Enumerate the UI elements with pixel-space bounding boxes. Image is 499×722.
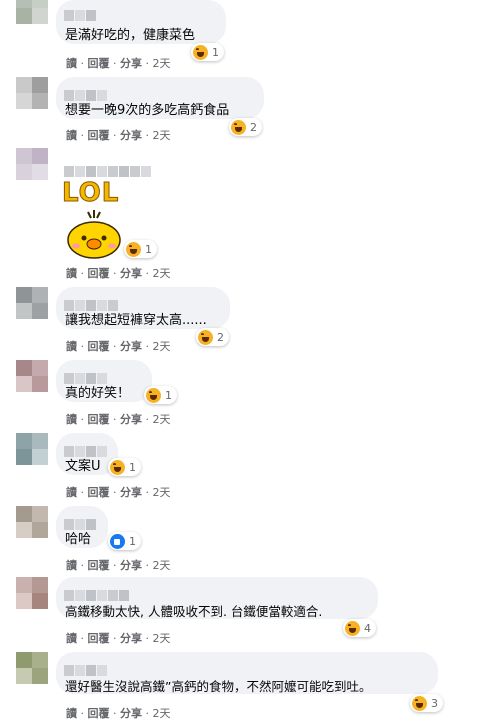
share-link[interactable]: 分享 [120,129,142,142]
share-link[interactable]: 分享 [120,486,142,499]
haha-reaction-icon [193,44,208,60]
reaction-count[interactable]: 1 [108,532,141,550]
reaction-count[interactable]: 1 [191,43,224,61]
read-link[interactable]: 讀 [66,340,77,353]
read-link[interactable]: 讀 [66,559,77,572]
timestamp[interactable]: 2天 [153,707,171,720]
read-link[interactable]: 讀 [66,632,77,645]
comment-text: 想要一晚9次的多吃高鈣食品 [65,103,230,118]
comment-text: 是滿好吃的，健康菜色 [65,28,196,43]
comment-bubble: 讓我想起短褲穿太高...... [56,287,230,329]
share-link[interactable]: 分享 [120,632,142,645]
author-name-blurred[interactable] [64,296,119,311]
read-link[interactable]: 讀 [66,129,77,142]
author-name-blurred[interactable] [64,442,108,457]
author-name-blurred[interactable] [64,162,152,177]
comment-bubble: 高鐵移動太快, 人體吸收不到. 台鐵便當較適合. [56,577,378,619]
read-link[interactable]: 讀 [66,57,77,70]
reaction-count[interactable]: 2 [229,118,262,136]
reply-link[interactable]: 回覆 [88,340,110,353]
comment-text: 文案U [65,459,101,474]
author-name-blurred[interactable] [64,86,108,101]
haha-reaction-icon [198,329,213,345]
comment-actions: 讀 · 回覆 · 分享 · 2天 [66,707,171,720]
read-link[interactable]: 讀 [66,267,77,280]
share-link[interactable]: 分享 [120,57,142,70]
comment-actions: 讀 · 回覆 · 分享 · 2天 [66,486,171,499]
author-name-blurred[interactable] [64,6,97,21]
avatar[interactable] [16,148,48,180]
reply-link[interactable]: 回覆 [88,559,110,572]
reaction-count[interactable]: 3 [410,694,443,712]
comment-bubble: 是滿好吃的，健康菜色 [56,0,226,44]
comment-text: 讓我想起短褲穿太高...... [65,313,207,328]
timestamp[interactable]: 2天 [153,413,171,426]
haha-reaction-icon [126,241,141,257]
comment-bubble: 想要一晚9次的多吃高鈣食品 [56,77,264,119]
comment-actions: 讀 · 回覆 · 分享 · 2天 [66,267,171,280]
comment-text: 高鐵移動太快, 人體吸收不到. 台鐵便當較適合. [65,604,323,619]
avatar[interactable] [16,652,48,684]
author-name-blurred[interactable] [64,369,108,384]
haha-reaction-icon [146,387,161,403]
avatar[interactable] [16,360,48,392]
share-link[interactable]: 分享 [120,559,142,572]
reply-link[interactable]: 回覆 [88,486,110,499]
timestamp[interactable]: 2天 [153,129,171,142]
timestamp[interactable]: 2天 [153,340,171,353]
comment-text: 哈哈 [65,532,92,547]
comment-bubble: 真的好笑！ [56,360,152,402]
avatar[interactable] [16,506,48,538]
avatar[interactable] [16,433,48,465]
comment-actions: 讀 · 回覆 · 分享 · 2天 [66,413,171,426]
reply-link[interactable]: 回覆 [88,632,110,645]
reaction-count[interactable]: 4 [343,619,376,637]
timestamp[interactable]: 2天 [153,57,171,70]
comment-text: 真的好笑！ [65,386,131,401]
share-link[interactable]: 分享 [120,340,142,353]
reaction-count[interactable]: 1 [124,240,157,258]
haha-reaction-icon [231,119,246,135]
timestamp[interactable]: 2天 [153,632,171,645]
comment-actions: 讀 · 回覆 · 分享 · 2天 [66,632,171,645]
reply-link[interactable]: 回覆 [88,413,110,426]
comment-bubble: 哈哈 [56,506,108,548]
comment-text: 還好醫生沒說高鐵”高鈣的食物，不然阿嬤可能吃到吐。 [65,679,372,694]
comment-actions: 讀 · 回覆 · 分享 · 2天 [66,340,171,353]
reply-link[interactable]: 回覆 [88,129,110,142]
sticker-text: LOL [61,178,120,209]
reply-link[interactable]: 回覆 [88,57,110,70]
reaction-count[interactable]: 1 [108,458,141,476]
avatar[interactable] [16,577,48,609]
author-name-blurred[interactable] [64,586,130,601]
timestamp[interactable]: 2天 [153,267,171,280]
author-name-blurred[interactable] [64,661,108,676]
comment-actions: 讀 · 回覆 · 分享 · 2天 [66,57,171,70]
like-reaction-icon [110,533,125,549]
avatar[interactable] [16,287,48,319]
haha-reaction-icon [110,459,125,475]
avatar[interactable] [16,0,48,24]
read-link[interactable]: 讀 [66,413,77,426]
read-link[interactable]: 讀 [66,486,77,499]
share-link[interactable]: 分享 [120,707,142,720]
chick-icon [67,210,121,259]
comment-actions: 讀 · 回覆 · 分享 · 2天 [66,129,171,142]
share-link[interactable]: 分享 [120,413,142,426]
lol-sticker: LOL [61,178,132,260]
reaction-count[interactable]: 2 [196,328,229,346]
reply-link[interactable]: 回覆 [88,267,110,280]
read-link[interactable]: 讀 [66,707,77,720]
avatar[interactable] [16,77,48,109]
comment-actions: 讀 · 回覆 · 分享 · 2天 [66,559,171,572]
haha-reaction-icon [345,620,360,636]
reply-link[interactable]: 回覆 [88,707,110,720]
comment-bubble: 還好醫生沒說高鐵”高鈣的食物，不然阿嬤可能吃到吐。 [56,652,438,694]
share-link[interactable]: 分享 [120,267,142,280]
author-name-blurred[interactable] [64,515,97,530]
reaction-count[interactable]: 1 [144,386,177,404]
haha-reaction-icon [412,695,427,711]
timestamp[interactable]: 2天 [153,486,171,499]
timestamp[interactable]: 2天 [153,559,171,572]
